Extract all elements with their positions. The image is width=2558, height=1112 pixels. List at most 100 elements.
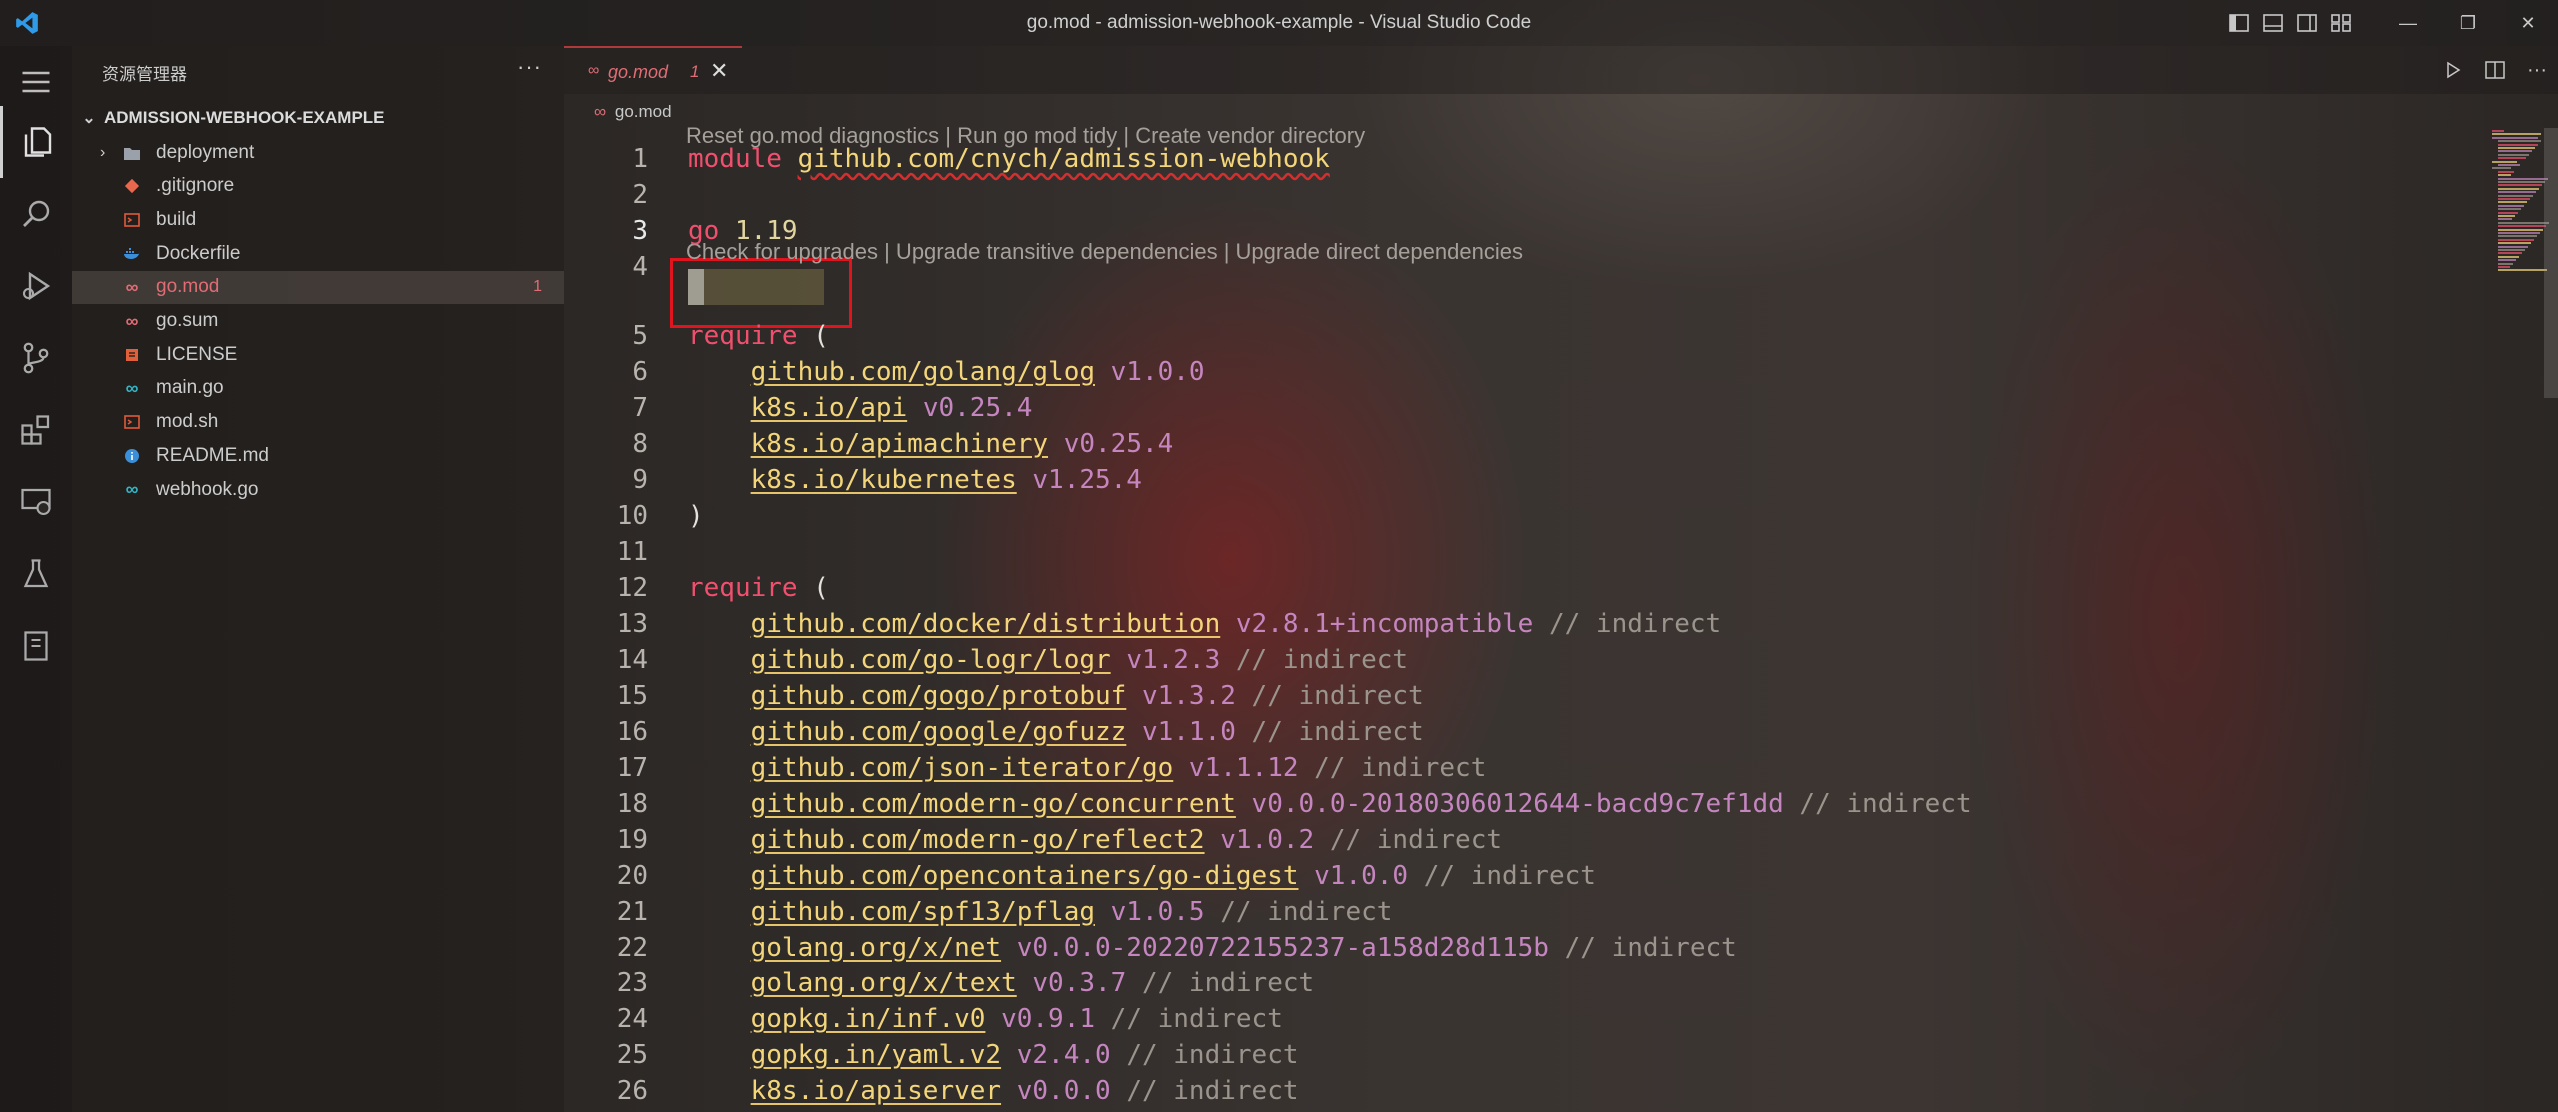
testing-icon[interactable] [0, 538, 72, 610]
minimap-line [2498, 204, 2524, 207]
file-tree-item[interactable]: mod.sh [72, 406, 564, 439]
minimap-line [2492, 133, 2541, 136]
code-line[interactable]: 6 github.com/golang/glog v1.0.0 [564, 354, 2414, 390]
close-icon[interactable]: ✕ [710, 58, 728, 84]
toggle-secondary-sidebar-icon[interactable] [2290, 0, 2324, 46]
folder-icon [122, 143, 142, 163]
minimap-line [2498, 259, 2516, 262]
code-line[interactable]: 8 k8s.io/apimachinery v0.25.4 [564, 426, 2414, 462]
code-line[interactable]: 3 go 1.19 [564, 213, 2414, 249]
code-line[interactable]: 23 golang.org/x/text v0.3.7 // indirect [564, 965, 2414, 1001]
code-line[interactable]: 7 k8s.io/api v0.25.4 [564, 390, 2414, 426]
tab-go-mod[interactable]: ∞ go.mod 1 ✕ [564, 46, 742, 94]
code-text: golang.org/x/net v0.0.0-20220722155237-a… [688, 930, 1737, 966]
comment: // indirect [1314, 752, 1487, 783]
code-line[interactable]: 18 github.com/modern-go/concurrent v0.0.… [564, 786, 2414, 822]
breadcrumb[interactable]: ∞ go.mod [594, 102, 672, 122]
go-mod-icon: ∞ [588, 62, 600, 79]
code-line[interactable]: 1 module github.com/cnych/admission-webho… [564, 141, 2414, 177]
code-line[interactable]: 9 k8s.io/kubernetes v1.25.4 [564, 462, 2414, 498]
code-text: gopkg.in/inf.v0 v0.9.1 // indirect [688, 1001, 1283, 1037]
code-line[interactable]: 4 [564, 249, 2414, 285]
file-tree-item[interactable]: ∞ main.go [72, 372, 564, 405]
code-line[interactable]: 10) [564, 498, 2414, 534]
code-line[interactable]: 11 [564, 534, 2414, 570]
code-text: require ( [688, 570, 829, 606]
code-line[interactable]: 14 github.com/go-logr/logr v1.2.3 // ind… [564, 642, 2414, 678]
close-button[interactable]: ✕ [2498, 0, 2558, 46]
module-path: github.com/gogo/protobuf [750, 680, 1127, 711]
vertical-scrollbar[interactable] [2544, 128, 2558, 398]
code-line[interactable]: 19 github.com/modern-go/reflect2 v1.0.2 … [564, 822, 2414, 858]
terminal-file-icon [122, 210, 142, 230]
git-icon [122, 176, 142, 196]
code-text: k8s.io/api v0.25.4 [688, 390, 1033, 426]
extensions-icon[interactable] [0, 394, 72, 466]
minimize-button[interactable]: — [2378, 0, 2438, 46]
source-control-icon[interactable] [0, 322, 72, 394]
code-editor[interactable]: Reset go.mod diagnostics | Run go mod ti… [564, 123, 2414, 1112]
module-path: golang.org/x/text [750, 968, 1017, 999]
code-text: github.com/gogo/protobuf v1.3.2 // indir… [688, 678, 1424, 714]
breadcrumb-file: go.mod [614, 102, 672, 121]
line-number: 23 [616, 968, 648, 999]
line-number: 2 [632, 180, 648, 211]
toggle-panel-icon[interactable] [2256, 0, 2290, 46]
comment: // indirect [1548, 608, 1722, 639]
code-line[interactable]: 2 [564, 177, 2414, 213]
maximize-button[interactable]: ❐ [2438, 0, 2498, 46]
file-tree-item[interactable]: ∞ go.sum [72, 305, 564, 338]
module-path: github.com/cnych/admission-webhook [797, 144, 1330, 175]
keyword: go [688, 216, 720, 247]
file-tree-item[interactable]: README.md [72, 439, 564, 472]
file-tree-item[interactable]: ∞ webhook.go [72, 473, 564, 506]
workspace-root[interactable]: ⌄ ADMISSION-WEBHOOK-EXAMPLE [72, 102, 564, 134]
remote-explorer-icon[interactable] [0, 466, 72, 538]
minimap-line [2498, 194, 2533, 197]
more-actions-icon[interactable]: ··· [2516, 46, 2558, 94]
file-tree-item[interactable]: ∞ go.mod 1 [72, 270, 564, 304]
more-actions-icon[interactable]: ··· [517, 54, 542, 80]
file-tree-item[interactable]: Dockerfile [72, 237, 564, 270]
file-name: build [156, 208, 197, 230]
file-name: main.go [156, 377, 224, 399]
module-path: github.com/google/gofuzz [750, 716, 1127, 747]
comment: // indirect [1110, 1004, 1283, 1035]
keyword: require [688, 321, 798, 351]
code-line[interactable]: 26 k8s.io/apiserver v0.0.0 // indirect [564, 1073, 2414, 1109]
code-line[interactable]: 17 github.com/json-iterator/go v1.1.12 /… [564, 750, 2414, 786]
version: v1.3.2 [1141, 680, 1236, 711]
code-text: k8s.io/apiserver v0.0.0 // indirect [688, 1073, 1299, 1109]
minimap-line [2498, 170, 2514, 173]
file-tree-item[interactable]: .gitignore [72, 170, 564, 203]
explorer-icon[interactable] [0, 106, 72, 178]
code-line[interactable]: 13 github.com/docker/distribution v2.8.1… [564, 606, 2414, 642]
code-line[interactable]: 25 gopkg.in/yaml.v2 v2.4.0 // indirect [564, 1037, 2414, 1073]
chevron-down-icon: ⌄ [82, 110, 96, 127]
line-number: 17 [616, 752, 648, 783]
run-debug-icon[interactable] [0, 250, 72, 322]
code-line[interactable]: 12 require ( [564, 570, 2414, 606]
code-line[interactable]: 20 github.com/opencontainers/go-digest v… [564, 858, 2414, 894]
module-path: k8s.io/api [750, 392, 908, 423]
split-editor-icon[interactable] [2474, 46, 2516, 94]
code-text: github.com/modern-go/concurrent v0.0.0-2… [688, 786, 1972, 822]
notebook-icon[interactable] [0, 610, 72, 682]
code-line[interactable]: 5 require ( [564, 318, 2414, 354]
code-line[interactable]: 15 github.com/gogo/protobuf v1.3.2 // in… [564, 678, 2414, 714]
workspace-root-label: ADMISSION-WEBHOOK-EXAMPLE [104, 108, 385, 127]
chevron-right-icon: › [100, 143, 106, 161]
code-line[interactable]: 16 github.com/google/gofuzz v1.1.0 // in… [564, 714, 2414, 750]
run-icon[interactable] [2432, 46, 2474, 94]
code-line[interactable]: 24 gopkg.in/inf.v0 v0.9.1 // indirect [564, 1001, 2414, 1037]
module-path: github.com/golang/glog [750, 356, 1095, 387]
file-tree-item[interactable]: › deployment [72, 136, 564, 169]
minimap-line [2498, 143, 2538, 146]
customize-layout-icon[interactable] [2324, 0, 2358, 46]
file-tree-item[interactable]: LICENSE [72, 338, 564, 371]
code-line[interactable]: 22 golang.org/x/net v0.0.0-2022072215523… [564, 930, 2414, 966]
code-line[interactable]: 21 github.com/spf13/pflag v1.0.5 // indi… [564, 894, 2414, 930]
file-tree-item[interactable]: build [72, 203, 564, 236]
toggle-primary-sidebar-icon[interactable] [2222, 0, 2256, 46]
search-icon[interactable] [0, 178, 72, 250]
